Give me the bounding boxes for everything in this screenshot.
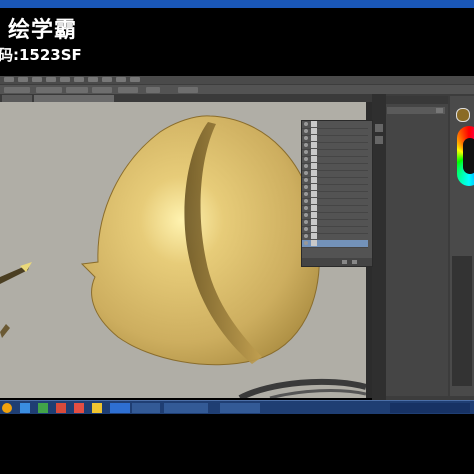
folder-icon[interactable] xyxy=(38,403,48,413)
color-wheel-center xyxy=(463,138,474,174)
eye-icon[interactable] xyxy=(304,150,308,154)
new-layer-icon[interactable] xyxy=(342,260,347,264)
menu-item[interactable] xyxy=(102,77,112,82)
system-tray xyxy=(390,403,470,413)
ie-icon[interactable] xyxy=(20,403,30,413)
eye-icon[interactable] xyxy=(304,227,308,231)
brush-icon xyxy=(311,191,317,197)
eye-icon[interactable] xyxy=(304,122,308,126)
course-code: 码:1523SF xyxy=(0,46,82,64)
trash-icon[interactable] xyxy=(352,260,357,264)
eye-icon[interactable] xyxy=(304,220,308,224)
brush-icon xyxy=(311,156,317,162)
brush-icon xyxy=(311,240,317,246)
layers-panel-footer xyxy=(302,258,372,266)
brush-icon xyxy=(311,142,317,148)
menu-bar xyxy=(0,76,474,84)
eye-icon[interactable] xyxy=(304,143,308,147)
menu-item[interactable] xyxy=(4,77,14,82)
history-panel-header xyxy=(386,96,448,104)
panel-icon[interactable] xyxy=(375,136,383,144)
eye-icon[interactable] xyxy=(304,178,308,182)
panel-icon[interactable] xyxy=(375,124,383,132)
chrome-icon[interactable] xyxy=(74,403,84,413)
layer-row-selected[interactable] xyxy=(302,240,368,248)
eye-icon[interactable] xyxy=(304,171,308,175)
menu-item[interactable] xyxy=(88,77,98,82)
menu-item[interactable] xyxy=(46,77,56,82)
folder-task[interactable] xyxy=(164,403,208,413)
eye-icon[interactable] xyxy=(304,185,308,189)
folder-task[interactable] xyxy=(220,403,260,413)
panel-icon-strip xyxy=(372,94,386,400)
eye-icon[interactable] xyxy=(304,213,308,217)
brush-icon xyxy=(311,205,317,211)
brush-icon xyxy=(311,212,317,218)
menu-item[interactable] xyxy=(60,77,70,82)
window-task[interactable] xyxy=(132,403,160,413)
brush-icon xyxy=(311,135,317,141)
eye-icon[interactable] xyxy=(304,129,308,133)
brush-icon xyxy=(311,177,317,183)
menu-item[interactable] xyxy=(74,77,84,82)
windows-taskbar xyxy=(0,400,474,415)
window-title-bar xyxy=(0,0,474,8)
app-icon[interactable] xyxy=(92,403,102,413)
eye-icon[interactable] xyxy=(304,164,308,168)
media-icon[interactable] xyxy=(56,403,66,413)
brush-icon xyxy=(311,184,317,190)
brush-icon xyxy=(311,149,317,155)
tool-preset-picker[interactable] xyxy=(4,87,30,93)
video-letterbox xyxy=(0,414,474,474)
document-tab-bar xyxy=(0,94,372,102)
brush-icon xyxy=(311,121,317,127)
eye-icon[interactable] xyxy=(304,206,308,210)
photoshop-task[interactable] xyxy=(110,403,130,413)
menu-item[interactable] xyxy=(18,77,28,82)
layers-panel xyxy=(301,120,373,267)
brush-icon xyxy=(311,170,317,176)
start-button[interactable] xyxy=(2,403,12,413)
eye-icon[interactable] xyxy=(304,241,308,245)
menu-item[interactable] xyxy=(130,77,140,82)
color-panel xyxy=(450,96,474,396)
document-tab[interactable] xyxy=(2,95,32,102)
brush-icon xyxy=(311,128,317,134)
brush-presets-list[interactable] xyxy=(452,256,472,386)
document-tab-active[interactable] xyxy=(34,95,114,102)
option-field[interactable] xyxy=(118,87,138,93)
option-field[interactable] xyxy=(146,87,160,93)
menu-item[interactable] xyxy=(32,77,42,82)
menu-item[interactable] xyxy=(116,77,126,82)
brush-icon xyxy=(311,219,317,225)
eye-icon[interactable] xyxy=(304,192,308,196)
foreground-color-swatch[interactable] xyxy=(456,108,470,122)
brush-icon xyxy=(311,233,317,239)
brand-title: 绘学霸 xyxy=(8,18,78,43)
history-panel xyxy=(386,96,448,396)
eye-icon[interactable] xyxy=(304,136,308,140)
brush-icon xyxy=(311,198,317,204)
option-field[interactable] xyxy=(178,87,198,93)
option-field[interactable] xyxy=(36,87,62,93)
option-field[interactable] xyxy=(66,87,88,93)
eye-icon[interactable] xyxy=(304,234,308,238)
eye-icon[interactable] xyxy=(304,199,308,203)
eye-icon[interactable] xyxy=(304,157,308,161)
option-field[interactable] xyxy=(92,87,112,93)
brush-icon xyxy=(311,226,317,232)
history-row-icon[interactable] xyxy=(436,108,443,113)
brush-icon xyxy=(311,163,317,169)
